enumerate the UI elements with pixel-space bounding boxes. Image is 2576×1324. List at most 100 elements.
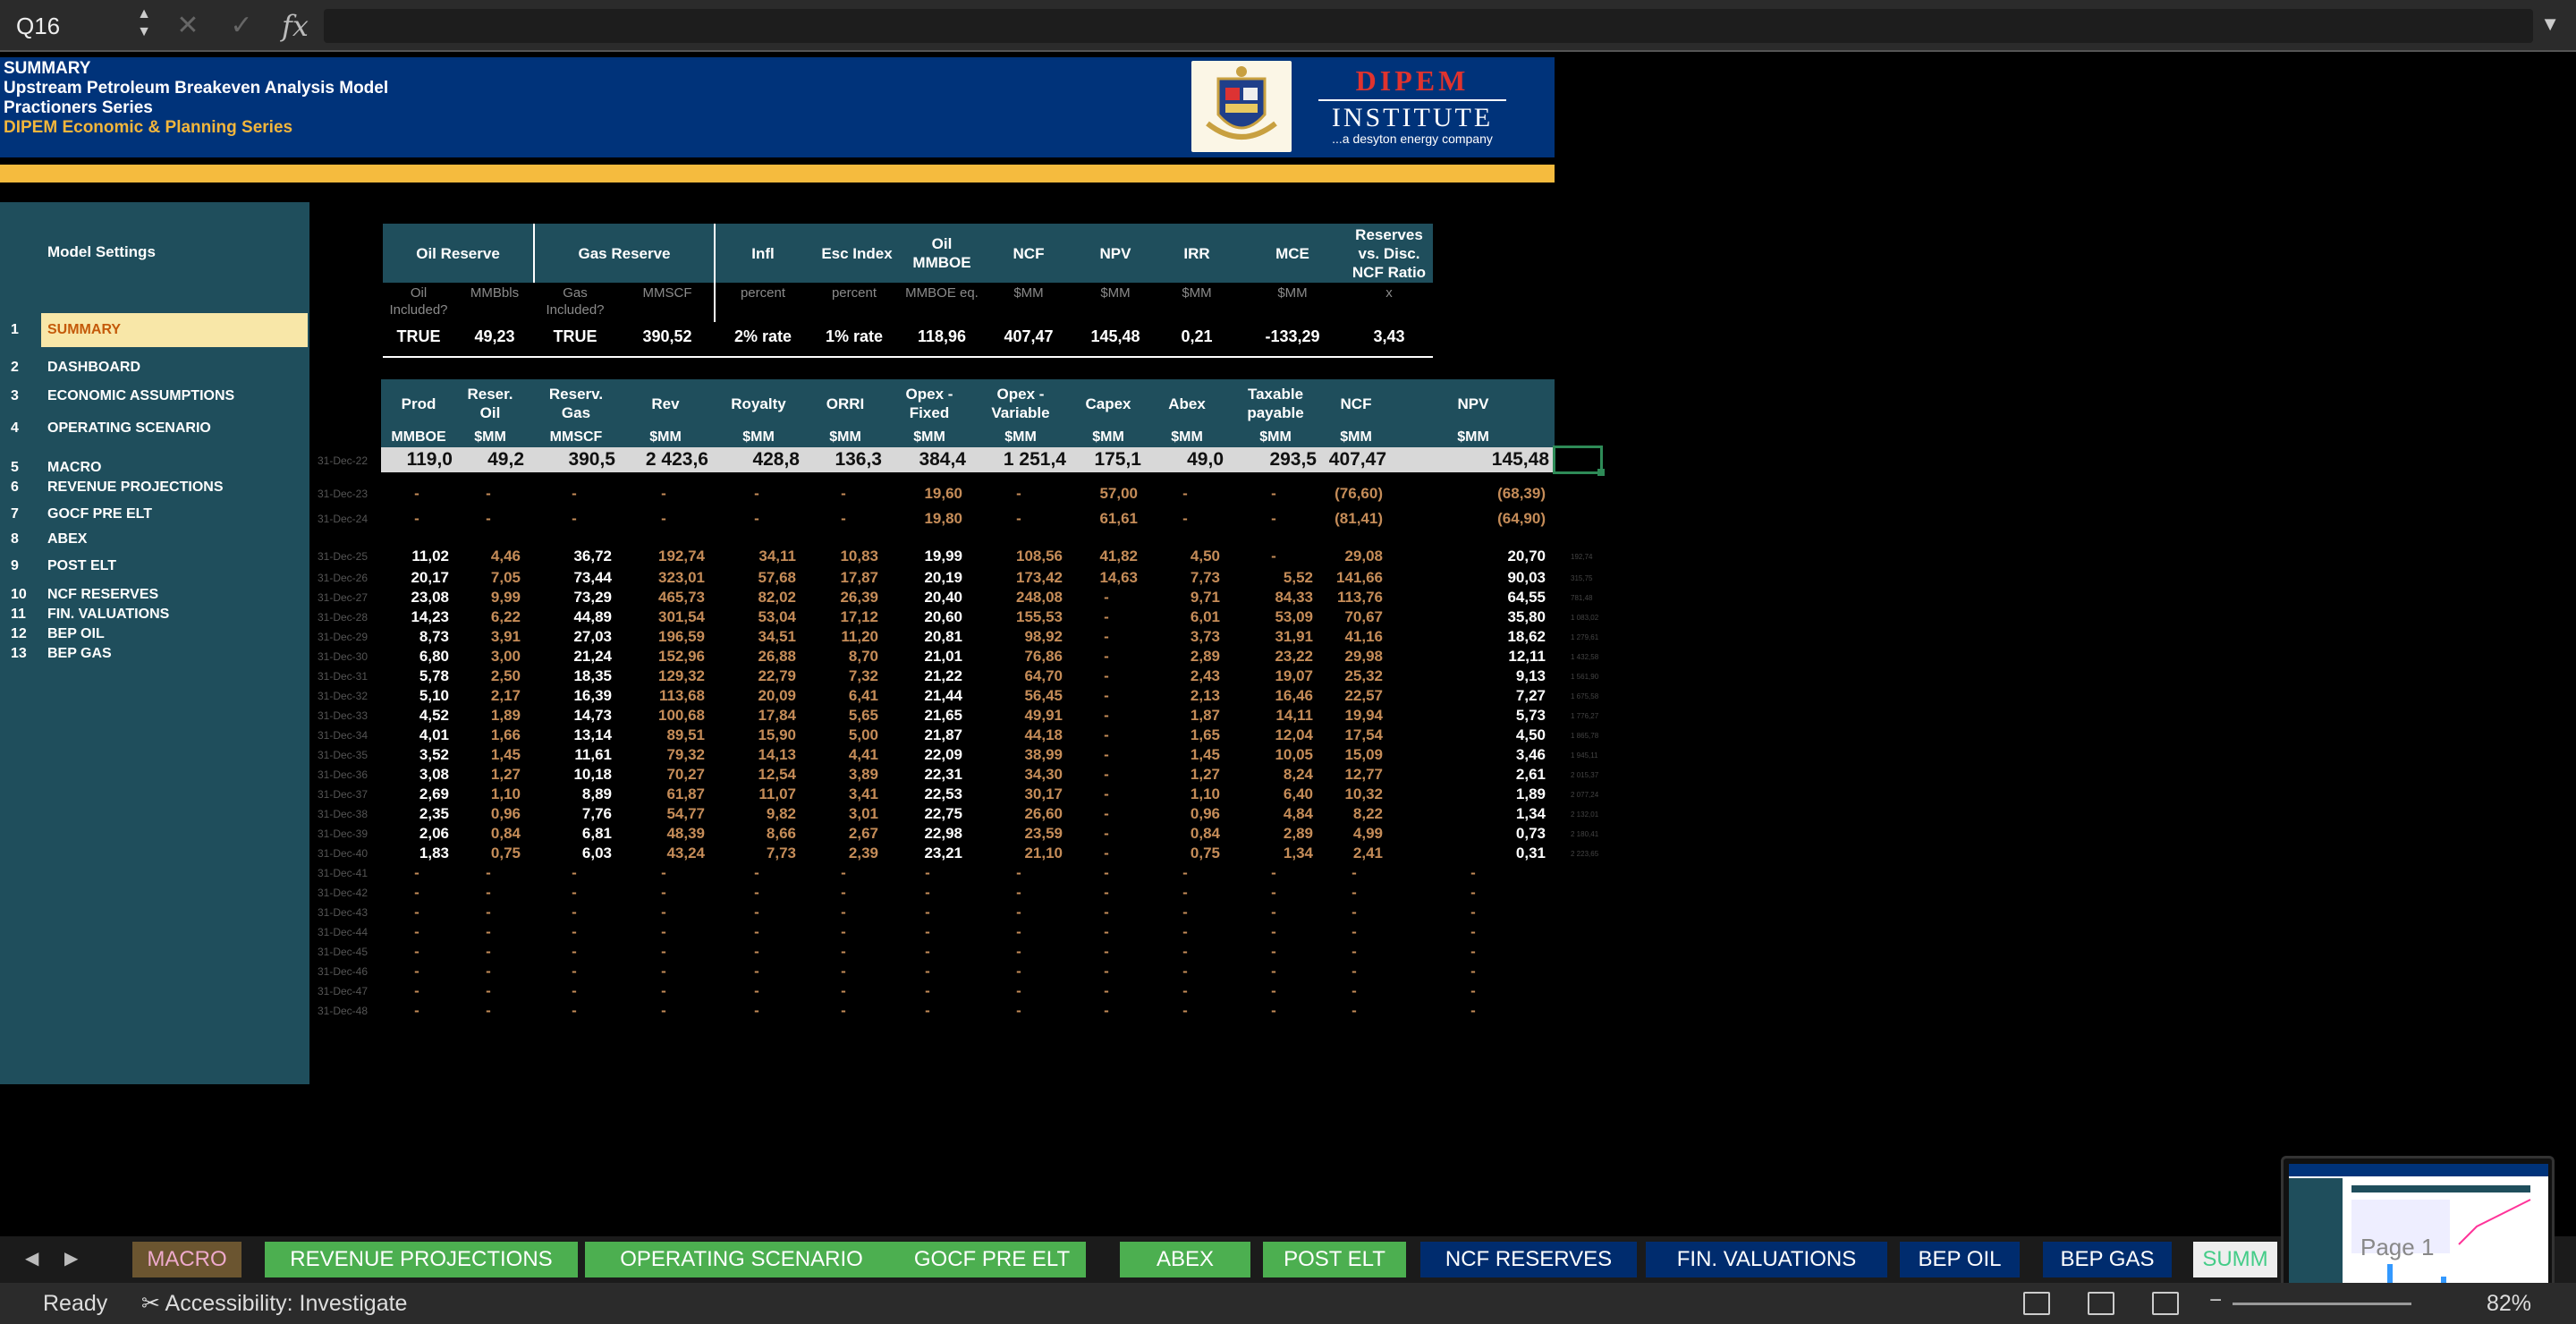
date-label: 31-Dec-25 xyxy=(318,550,369,563)
formula-input[interactable] xyxy=(324,9,2533,43)
cell-value: 11,61 xyxy=(574,746,612,763)
cell-value: 5,10 xyxy=(419,687,449,704)
tab-bep-gas[interactable]: BEP GAS xyxy=(2043,1242,2172,1277)
kpi-value: 49,23 xyxy=(474,327,515,345)
tab-abex[interactable]: ABEX xyxy=(1120,1242,1250,1277)
cell-value: - xyxy=(1352,864,1357,881)
sidebar-item-label: MACRO xyxy=(47,460,102,475)
cell-value: 5,78 xyxy=(419,667,449,684)
kpi-header: Oil MMBOE xyxy=(912,235,971,271)
cell-value: 6,41 xyxy=(848,687,878,704)
normal-view-icon[interactable] xyxy=(2023,1292,2050,1315)
scroll-left-icon[interactable]: ◀ xyxy=(25,1247,38,1269)
cell-value: - xyxy=(486,943,491,960)
kpi-unit: Oil Included? xyxy=(389,285,448,318)
tab-gocf-pre-elt[interactable]: GOCF PRE ELT xyxy=(898,1242,1086,1277)
sidebar-item-dashboard[interactable]: 2 DASHBOARD xyxy=(0,358,309,378)
cell-value: 1,27 xyxy=(1190,766,1220,783)
cell-value: - xyxy=(572,884,577,901)
page-layout-view-icon[interactable] xyxy=(2088,1292,2114,1315)
cancel-icon[interactable]: ✕ xyxy=(170,7,206,45)
spreadsheet-grid[interactable]: SUMMARY Upstream Petroleum Breakeven Ana… xyxy=(0,54,2576,1236)
accessibility-icon: ✂ xyxy=(141,1291,165,1316)
cell-value: 22,57 xyxy=(1344,687,1383,704)
sidebar-item-fin-valuations[interactable]: 11 FIN. VALUATIONS xyxy=(0,605,309,624)
cell-value: 23,21 xyxy=(924,844,962,861)
cell-value: - xyxy=(1016,884,1021,901)
kpi-unit: MMSCF xyxy=(642,285,692,301)
cell-value: 108,56 xyxy=(1016,547,1063,564)
cell-value: 2,39 xyxy=(848,844,878,861)
tab-macro[interactable]: MACRO xyxy=(132,1242,242,1277)
cell-value: - xyxy=(572,923,577,940)
sidebar-item-operating-scenario[interactable]: 4 OPERATING SCENARIO xyxy=(0,419,309,438)
sidebar-item-summary[interactable]: 1 SUMMARY xyxy=(0,313,309,347)
cell-value: - xyxy=(1470,884,1476,901)
cell-value: - xyxy=(414,485,419,502)
cell-value: - xyxy=(572,510,577,527)
confirm-icon[interactable]: ✓ xyxy=(224,7,259,45)
cell-value: 20,60 xyxy=(924,608,962,625)
fill-handle[interactable] xyxy=(1597,469,1605,476)
page-preview-thumbnail[interactable]: Page 1 xyxy=(2281,1156,2555,1301)
sidebar-item-bep-oil[interactable]: 12 BEP OIL xyxy=(0,624,309,644)
sidebar-item-abex[interactable]: 8 ABEX xyxy=(0,530,309,549)
zoom-slider[interactable] xyxy=(2233,1303,2411,1305)
total-value: 136,3 xyxy=(835,449,882,470)
cell-value: - xyxy=(925,884,930,901)
cell-value: 82,02 xyxy=(758,589,796,606)
sidebar-item-macro[interactable]: 5 MACRO xyxy=(0,458,309,478)
tab-operating-scenario[interactable]: OPERATING SCENARIO xyxy=(585,1242,898,1277)
sidebar-item-economic-assumptions[interactable]: 3 ECONOMIC ASSUMPTIONS xyxy=(0,386,309,406)
cell-value: 35,80 xyxy=(1507,608,1546,625)
expand-formula-bar-icon[interactable]: ▼ xyxy=(2540,13,2560,36)
cell-value: 27,03 xyxy=(573,628,612,645)
side-note-value: 2 132,01 xyxy=(1571,811,1599,819)
accessibility-status[interactable]: ✂ Accessibility: Investigate xyxy=(141,1283,407,1324)
cell-value: 41,16 xyxy=(1344,628,1383,645)
cell-value: 43,24 xyxy=(666,844,705,861)
kpi-header: Reserves vs. Disc. NCF Ratio xyxy=(1352,225,1427,281)
cell-value: - xyxy=(1182,485,1188,502)
sidebar-item-post-elt[interactable]: 9 POST ELT xyxy=(0,556,309,576)
tab-summ[interactable]: SUMM xyxy=(2193,1242,2277,1277)
zoom-level[interactable]: 82% xyxy=(2487,1283,2531,1324)
cell-value: - xyxy=(1104,923,1109,940)
cell-value: - xyxy=(1104,825,1109,842)
tab-revenue-projections[interactable]: REVENUE PROJECTIONS xyxy=(265,1242,578,1277)
cell-value: 21,87 xyxy=(924,726,962,743)
sidebar-item-gocf-pre-elt[interactable]: 7 GOCF PRE ELT xyxy=(0,505,309,524)
cell-value: - xyxy=(1182,510,1188,527)
tab-post-elt[interactable]: POST ELT xyxy=(1263,1242,1406,1277)
page-break-view-icon[interactable] xyxy=(2152,1292,2179,1315)
cell-value: 301,54 xyxy=(658,608,705,625)
insert-function-icon[interactable]: fx xyxy=(277,7,313,45)
cell-value: 21,65 xyxy=(924,707,962,724)
cell-value: - xyxy=(1352,1002,1357,1019)
cell-value: 2,89 xyxy=(1190,648,1220,665)
date-label: 31-Dec-44 xyxy=(318,926,369,938)
scroll-right-icon[interactable]: ▶ xyxy=(64,1247,78,1269)
kpi-header: NPV xyxy=(1099,244,1131,262)
cell-value: 2,67 xyxy=(848,825,878,842)
cell-value: 155,53 xyxy=(1016,608,1063,625)
cell-value: - xyxy=(1104,766,1109,783)
cell-value: 57,00 xyxy=(1099,485,1138,502)
column-unit: $MM xyxy=(1004,429,1037,445)
tab-ncf-reserves[interactable]: NCF RESERVES xyxy=(1420,1242,1637,1277)
cell-value: (76,60) xyxy=(1335,485,1383,502)
cell-value: - xyxy=(1271,864,1276,881)
tab-bep-oil[interactable]: BEP OIL xyxy=(1900,1242,2020,1277)
cell-value: 53,04 xyxy=(758,608,796,625)
zoom-out-icon[interactable]: − xyxy=(2209,1288,2222,1313)
cell-value: 36,72 xyxy=(573,547,612,564)
sidebar-item-bep-gas[interactable]: 13 BEP GAS xyxy=(0,644,309,664)
sidebar-item-ncf-reserves[interactable]: 10 NCF RESERVES xyxy=(0,585,309,605)
excel-window: Q16 ▲ ▼ ✕ ✓ fx ▼ SUMMARY Upstream Petrole… xyxy=(0,0,2576,1324)
active-cell-selection[interactable] xyxy=(1553,446,1603,474)
sidebar-item-revenue-projections[interactable]: 6 REVENUE PROJECTIONS xyxy=(0,478,309,497)
kpi-unit: MMBOE eq. xyxy=(905,285,979,301)
tab-fin-valuations[interactable]: FIN. VALUATIONS xyxy=(1646,1242,1887,1277)
name-box-stepper-icon[interactable]: ▲ ▼ xyxy=(131,5,157,41)
kpi-unit: $MM xyxy=(1182,285,1212,301)
